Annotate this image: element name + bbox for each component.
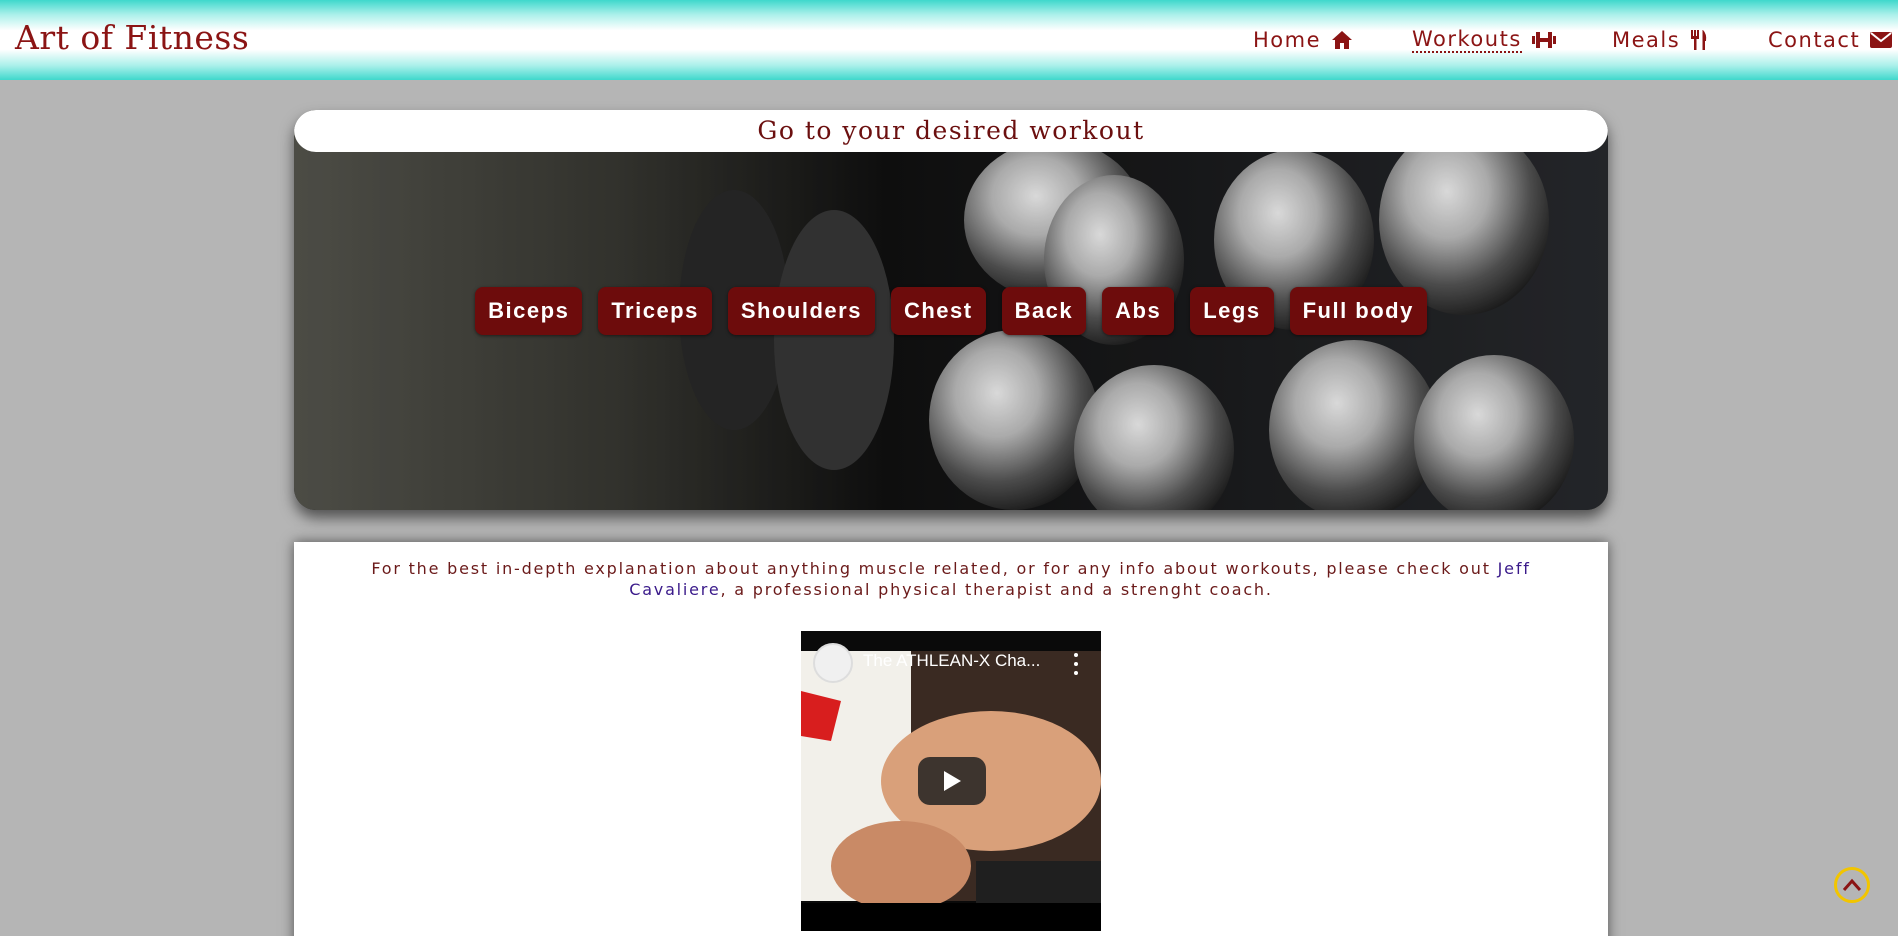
shoulders-button[interactable]: Shoulders xyxy=(727,287,875,335)
abs-button[interactable]: Abs xyxy=(1102,287,1175,335)
youtube-video-embed[interactable]: The ATHLEAN-X Cha... xyxy=(801,631,1101,931)
chevron-up-icon xyxy=(1842,878,1862,891)
brand-logo[interactable]: Art of Fitness xyxy=(15,18,249,57)
full-body-button[interactable]: Full body xyxy=(1289,287,1427,335)
play-button[interactable] xyxy=(918,757,986,805)
channel-avatar[interactable] xyxy=(813,643,853,683)
hero-title: Go to your desired workout xyxy=(757,116,1145,145)
more-options-icon[interactable] xyxy=(1073,653,1079,675)
workout-button-row: Biceps Triceps Shoulders Chest Back Abs … xyxy=(294,287,1608,335)
envelope-icon xyxy=(1870,32,1893,48)
intro-text-before: For the best in-depth explanation about … xyxy=(371,559,1498,578)
back-button[interactable]: Back xyxy=(1001,287,1087,335)
chest-button[interactable]: Chest xyxy=(890,287,986,335)
nav-contact[interactable]: Contact xyxy=(1768,26,1893,54)
triceps-button[interactable]: Triceps xyxy=(598,287,712,335)
nav-meals-label: Meals xyxy=(1612,28,1681,52)
intro-text: For the best in-depth explanation about … xyxy=(334,558,1568,600)
nav-meals[interactable]: Meals xyxy=(1612,26,1708,54)
nav-workouts[interactable]: Workouts xyxy=(1412,26,1556,54)
nav-home[interactable]: Home xyxy=(1253,26,1353,54)
scroll-to-top-button[interactable] xyxy=(1834,867,1870,903)
navbar: Art of Fitness Home Workouts Meals Conta… xyxy=(0,0,1898,80)
hero-title-bar: Go to your desired workout xyxy=(294,110,1608,152)
biceps-button[interactable]: Biceps xyxy=(475,287,583,335)
intro-text-after: , a professional physical therapist and … xyxy=(720,580,1273,599)
nav-contact-label: Contact xyxy=(1768,28,1861,52)
utensils-icon xyxy=(1691,30,1707,50)
video-title[interactable]: The ATHLEAN-X Cha... xyxy=(863,651,1040,671)
info-card: For the best in-depth explanation about … xyxy=(294,542,1608,936)
dumbbell-icon xyxy=(1531,32,1556,48)
workout-hero: Go to your desired workout Biceps Tricep… xyxy=(294,110,1608,510)
nav-workouts-label: Workouts xyxy=(1412,27,1522,53)
play-icon xyxy=(944,771,961,791)
legs-button[interactable]: Legs xyxy=(1190,287,1274,335)
home-icon xyxy=(1332,31,1353,49)
nav-home-label: Home xyxy=(1253,28,1322,52)
